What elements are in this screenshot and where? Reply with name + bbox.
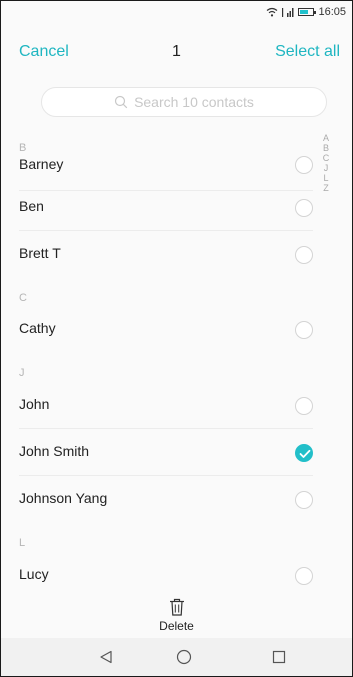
contact-name: Ben — [19, 198, 44, 214]
alpha-index-letter[interactable]: L — [323, 173, 328, 183]
contact-name: Johnson Yang — [19, 490, 108, 506]
cancel-button[interactable]: Cancel — [19, 43, 69, 61]
contact-checkbox[interactable] — [295, 397, 313, 415]
home-button[interactable] — [172, 646, 196, 668]
alpha-index-letter[interactable]: A — [323, 133, 329, 143]
contact-row-cathy[interactable]: Cathy — [1, 307, 321, 353]
contact-row-johnson-yang[interactable]: Johnson Yang — [1, 477, 321, 523]
section-header-c: C — [19, 292, 27, 304]
contact-checkbox[interactable] — [295, 246, 313, 264]
contact-row-brett-t[interactable]: Brett T — [1, 232, 321, 278]
contact-name: Lucy — [19, 566, 49, 582]
alpha-index-letter[interactable]: B — [323, 143, 329, 153]
search-input[interactable]: Search 10 contacts — [41, 87, 327, 117]
signal-icon — [282, 8, 294, 17]
contact-row-ben[interactable]: Ben — [1, 185, 321, 231]
alpha-index-letter[interactable]: Z — [323, 183, 329, 193]
alphabet-index[interactable]: A B C J L Z — [320, 133, 332, 193]
delete-button[interactable]: Delete — [1, 591, 352, 639]
contact-name: John Smith — [19, 443, 90, 459]
bottom-action-bar: Delete — [1, 591, 352, 639]
contact-name: John — [19, 396, 50, 412]
alpha-index-letter[interactable]: C — [323, 153, 330, 163]
contact-row-john[interactable]: John — [1, 383, 321, 429]
contact-row-lucy[interactable]: Lucy — [1, 553, 321, 590]
select-all-button[interactable]: Select all — [275, 43, 340, 61]
contact-row-john-smith[interactable]: John Smith — [1, 430, 321, 476]
row-divider — [19, 475, 313, 476]
status-time: 16:05 — [318, 6, 346, 18]
alpha-index-letter[interactable]: J — [324, 163, 329, 173]
status-bar: 16:05 — [1, 1, 352, 23]
recents-button[interactable] — [267, 646, 291, 668]
contact-checkbox[interactable] — [295, 199, 313, 217]
title-bar: Cancel 1 Select all — [1, 39, 352, 69]
contact-name: Cathy — [19, 320, 56, 336]
system-nav-bar — [1, 638, 352, 676]
trash-icon — [169, 598, 184, 616]
row-divider — [19, 428, 313, 429]
section-header-l: L — [19, 537, 26, 549]
recents-icon — [272, 650, 286, 664]
contact-checkbox-checked[interactable] — [295, 444, 313, 462]
contact-name: Brett T — [19, 245, 61, 261]
battery-icon — [298, 8, 317, 16]
contact-picker-screen: 16:05 Cancel 1 Select all Search 10 cont… — [0, 0, 353, 677]
search-placeholder: Search 10 contacts — [134, 94, 254, 110]
checkmark-icon — [299, 449, 311, 458]
contact-name: Barney — [19, 156, 64, 172]
contact-list[interactable]: B Barney Ben Brett T C Cathy J John John… — [1, 133, 321, 590]
back-button[interactable] — [94, 646, 118, 668]
wifi-icon — [267, 7, 278, 17]
row-divider — [19, 230, 313, 231]
search-icon — [114, 95, 128, 109]
contact-checkbox[interactable] — [295, 156, 313, 174]
contact-checkbox[interactable] — [295, 567, 313, 585]
home-icon — [176, 649, 192, 665]
delete-label: Delete — [159, 618, 194, 633]
back-icon — [100, 650, 112, 664]
contact-checkbox[interactable] — [295, 491, 313, 509]
section-header-j: J — [19, 367, 25, 379]
contact-checkbox[interactable] — [295, 321, 313, 339]
